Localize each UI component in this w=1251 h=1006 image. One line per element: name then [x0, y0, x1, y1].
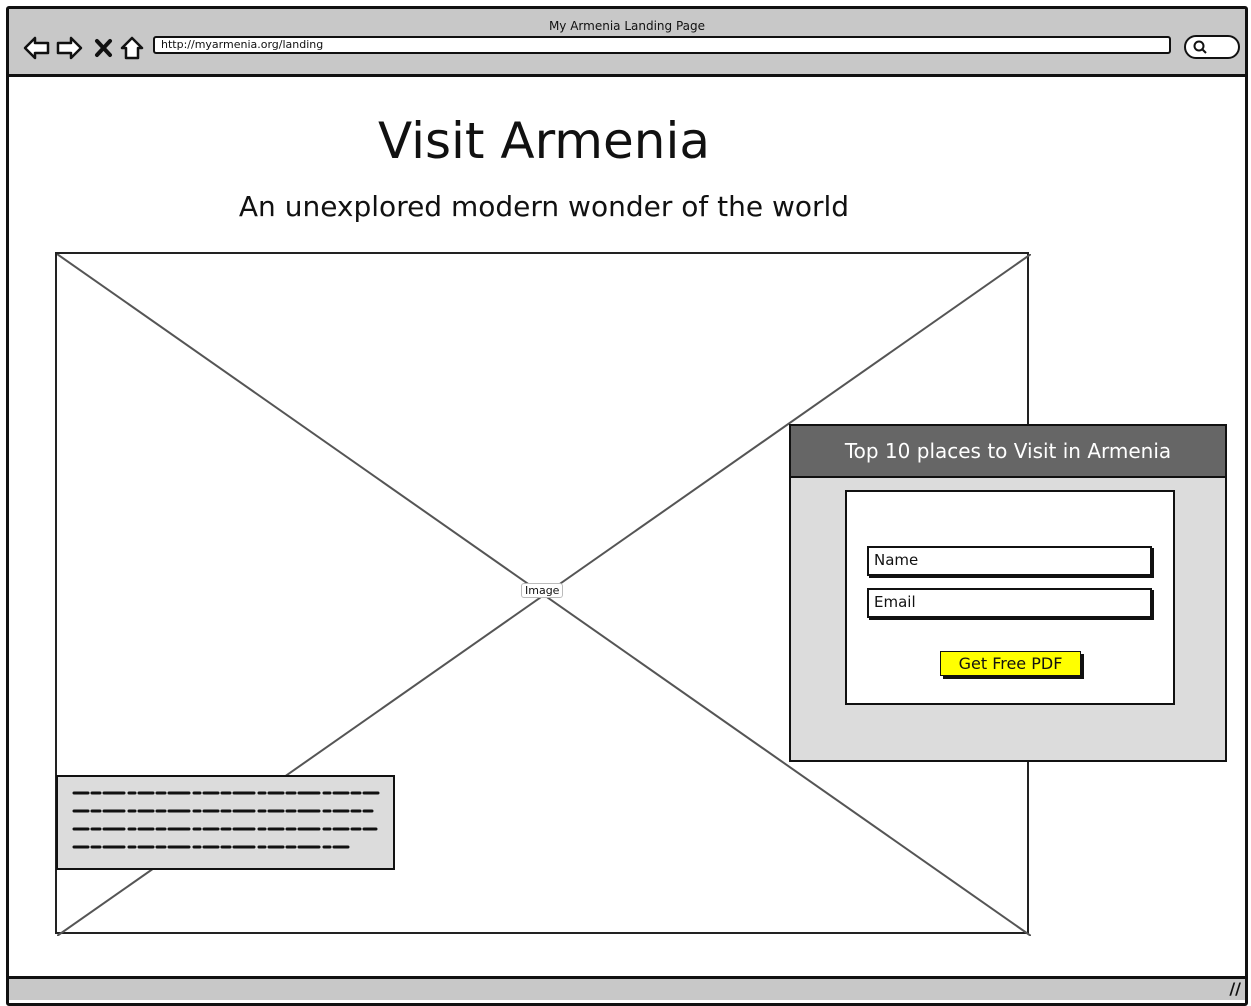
signup-form: Name Email Get Free PDF [845, 490, 1175, 705]
image-caption-box [56, 775, 395, 870]
get-free-pdf-button[interactable]: Get Free PDF [940, 651, 1081, 676]
arrow-right-icon[interactable] [55, 35, 83, 61]
resize-grip-icon[interactable]: // [1229, 979, 1241, 998]
page-subtitle: An unexplored modern wonder of the world [238, 190, 850, 223]
window-title: My Armenia Landing Page [548, 19, 706, 33]
image-label: Image [521, 583, 564, 598]
email-field[interactable]: Email [867, 588, 1152, 618]
search-icon [1193, 40, 1207, 54]
lead-capture-panel: Top 10 places to Visit in Armenia Name E… [789, 424, 1227, 762]
arrow-left-icon[interactable] [23, 35, 50, 61]
page-title: Visit Armenia [377, 112, 710, 170]
panel-header: Top 10 places to Visit in Armenia [791, 426, 1225, 478]
browser-status-bar: // [9, 976, 1245, 1000]
close-icon[interactable] [93, 35, 119, 61]
home-icon[interactable] [119, 35, 145, 61]
address-bar[interactable]: http://myarmenia.org/landing [153, 36, 1171, 54]
name-field[interactable]: Name [867, 546, 1152, 576]
scribbled-caption-text [72, 791, 380, 849]
browser-toolbar: My Armenia Landing Page http://myarmenia… [9, 9, 1245, 77]
browser-search-field[interactable] [1184, 35, 1240, 59]
